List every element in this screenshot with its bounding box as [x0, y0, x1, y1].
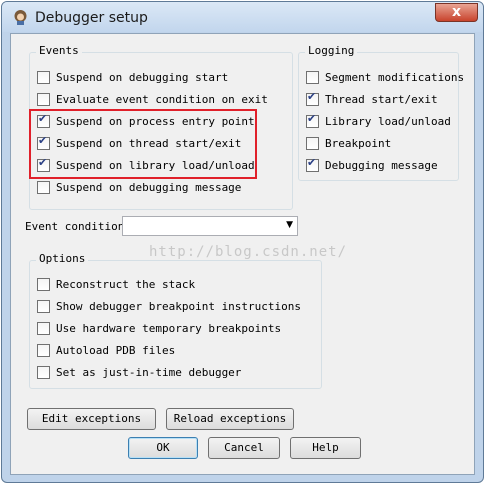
checkbox[interactable]	[37, 343, 50, 357]
title-bar[interactable]: Debugger setup x	[2, 2, 483, 32]
dialog-window: Debugger setup x Events Suspend on debug…	[1, 1, 484, 483]
event-suspend-debugging-start[interactable]: Suspend on debugging start	[37, 67, 228, 87]
dialog-client: Events Suspend on debugging start Evalua…	[10, 33, 475, 475]
option-show-breakpoint-instructions[interactable]: Show debugger breakpoint instructions	[37, 296, 301, 316]
checkbox[interactable]	[37, 70, 50, 84]
option-jit-debugger[interactable]: Set as just-in-time debugger	[37, 362, 241, 382]
cancel-button[interactable]: Cancel	[208, 437, 280, 459]
options-legend: Options	[36, 252, 89, 265]
checkbox[interactable]	[306, 90, 319, 106]
checkbox-label: Evaluate event condition on exit	[56, 92, 268, 106]
checkbox[interactable]	[37, 92, 50, 106]
checkbox-label: Segment modifications	[325, 70, 465, 84]
window-title: Debugger setup	[35, 10, 148, 26]
reload-exceptions-button[interactable]: Reload exceptions	[166, 408, 294, 430]
close-button[interactable]: x	[435, 3, 478, 22]
option-hardware-breakpoints[interactable]: Use hardware temporary breakpoints	[37, 318, 281, 338]
checkbox[interactable]	[306, 112, 319, 128]
option-autoload-pdb[interactable]: Autoload PDB files	[37, 340, 175, 360]
checkbox[interactable]	[306, 70, 319, 84]
option-reconstruct-stack[interactable]: Reconstruct the stack	[37, 274, 195, 294]
log-thread-start-exit[interactable]: Thread start/exit	[306, 89, 438, 109]
checkbox-label: Library load/unload	[325, 114, 451, 128]
chevron-down-icon[interactable]: ▼	[286, 220, 293, 230]
log-segment-modifications[interactable]: Segment modifications	[306, 67, 464, 87]
log-breakpoint[interactable]: Breakpoint	[306, 133, 391, 153]
checkbox[interactable]	[37, 299, 50, 313]
event-suspend-debugging-message[interactable]: Suspend on debugging message	[37, 177, 241, 197]
checkbox-label: Show debugger breakpoint instructions	[56, 299, 302, 313]
checkbox-label: Autoload PDB files	[56, 343, 176, 357]
checkbox-label: Breakpoint	[325, 136, 392, 150]
help-button[interactable]: Help	[290, 437, 361, 459]
log-debugging-message[interactable]: Debugging message	[306, 155, 438, 175]
checkbox[interactable]	[37, 321, 50, 335]
event-condition-combo[interactable]: ▼	[122, 216, 298, 236]
checkbox-label: Debugging message	[325, 158, 438, 172]
checkbox[interactable]	[37, 180, 50, 194]
checkbox[interactable]	[306, 156, 319, 172]
watermark-text: http://blog.csdn.net/	[149, 244, 348, 260]
checkbox-label: Reconstruct the stack	[56, 277, 196, 291]
checkbox-label: Use hardware temporary breakpoints	[56, 321, 282, 335]
events-legend: Events	[36, 44, 82, 57]
checkbox[interactable]	[37, 277, 50, 291]
logging-legend: Logging	[305, 44, 358, 57]
log-library-load-unload[interactable]: Library load/unload	[306, 111, 451, 131]
debugger-app-icon	[14, 10, 27, 25]
ok-button[interactable]: OK	[128, 437, 198, 459]
highlight-annotation	[29, 109, 257, 179]
checkbox-label: Thread start/exit	[325, 92, 438, 106]
checkbox-label: Set as just-in-time debugger	[56, 365, 242, 379]
event-condition-label: Event condition	[25, 220, 125, 233]
checkbox[interactable]	[306, 136, 319, 150]
event-evaluate-condition-exit[interactable]: Evaluate event condition on exit	[37, 89, 268, 109]
checkbox-label: Suspend on debugging start	[56, 70, 229, 84]
close-icon: x	[451, 4, 462, 20]
checkbox-label: Suspend on debugging message	[56, 180, 242, 194]
edit-exceptions-button[interactable]: Edit exceptions	[27, 408, 156, 430]
checkbox[interactable]	[37, 365, 50, 379]
